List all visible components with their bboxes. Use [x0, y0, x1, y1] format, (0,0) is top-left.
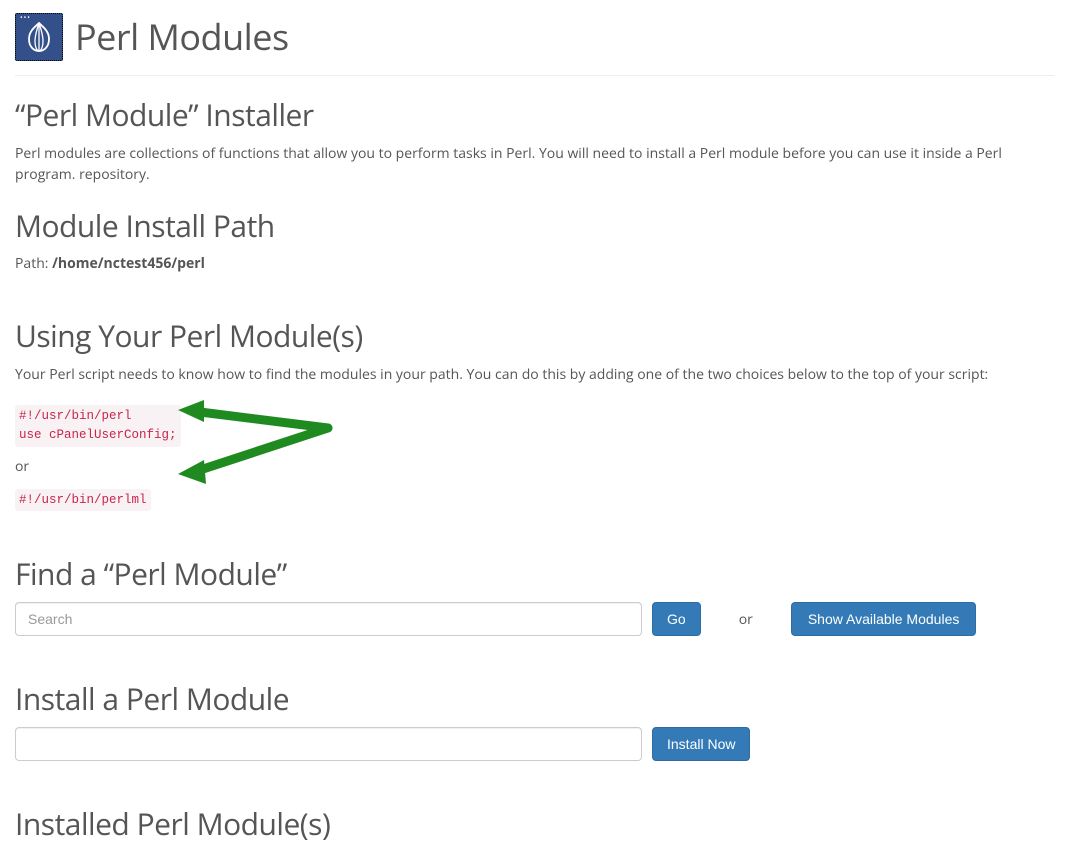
install-module-row: Install Now — [15, 727, 1054, 761]
find-or-text: or — [739, 610, 753, 629]
search-input[interactable] — [15, 602, 642, 636]
shebang-snippet-1: #!/usr/bin/perl use cPanelUserConfig; — [15, 405, 181, 447]
shebang-snippet-2: #!/usr/bin/perlml — [15, 489, 151, 512]
installer-heading: “Perl Module” Installer — [15, 94, 1054, 135]
page-title: Perl Modules — [75, 12, 289, 61]
install-input[interactable] — [15, 727, 642, 761]
install-path-line: Path: /home/nctest456/perl — [15, 254, 1054, 273]
using-heading: Using Your Perl Module(s) — [15, 315, 1054, 356]
go-button[interactable]: Go — [652, 602, 701, 636]
show-available-modules-button[interactable]: Show Available Modules — [791, 602, 977, 636]
installer-description: Perl modules are collections of function… — [15, 143, 1054, 185]
install-path-heading: Module Install Path — [15, 205, 1054, 246]
annotation-arrow-icon — [170, 398, 340, 490]
find-heading: Find a “Perl Module” — [15, 553, 1054, 594]
page-header: Perl Modules — [15, 0, 1054, 76]
install-heading: Install a Perl Module — [15, 678, 1054, 719]
snippet-or-text: or — [15, 457, 1054, 476]
install-now-button[interactable]: Install Now — [652, 727, 750, 761]
install-path-label: Path: — [15, 254, 52, 273]
code-area: #!/usr/bin/perl use cPanelUserConfig; or… — [15, 405, 1054, 511]
using-description: Your Perl script needs to know how to fi… — [15, 364, 1054, 385]
perl-onion-icon — [15, 13, 63, 61]
find-module-row: Go or Show Available Modules — [15, 602, 1054, 636]
install-path-value: /home/nctest456/perl — [52, 254, 205, 273]
installed-heading: Installed Perl Module(s) — [15, 803, 1054, 844]
